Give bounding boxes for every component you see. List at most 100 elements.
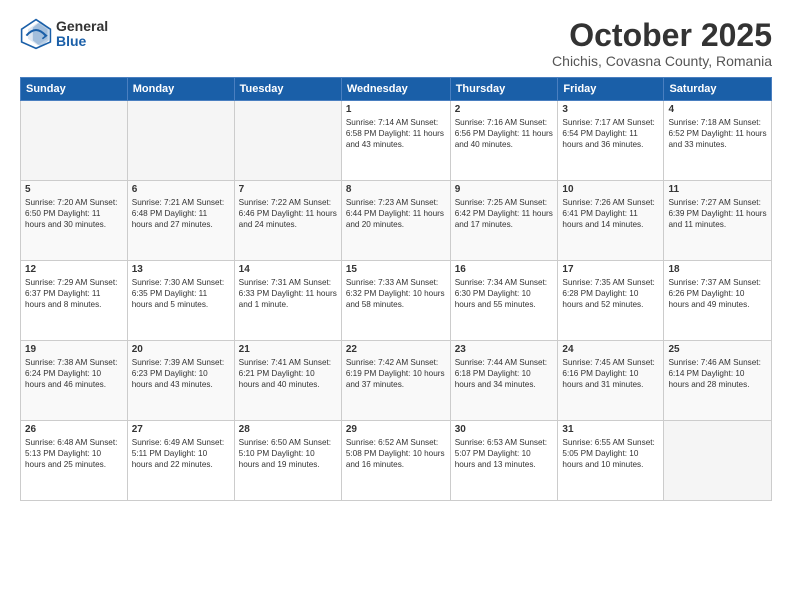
title-block: October 2025 Chichis, Covasna County, Ro… <box>552 18 772 69</box>
cell-content: Sunrise: 7:39 AM Sunset: 6:23 PM Dayligh… <box>132 357 230 390</box>
logo-general: General <box>56 19 108 34</box>
cell-content: Sunrise: 7:27 AM Sunset: 6:39 PM Dayligh… <box>668 197 767 230</box>
calendar-cell: 15 Sunrise: 7:33 AM Sunset: 6:32 PM Dayli… <box>341 261 450 341</box>
week-row-2: 12Sunrise: 7:29 AM Sunset: 6:37 PM Dayli… <box>21 261 772 341</box>
cell-content: Sunrise: 7:18 AM Sunset: 6:52 PM Dayligh… <box>668 117 767 150</box>
day-number: 1 <box>346 104 446 115</box>
calendar-cell: 24 Sunrise: 7:45 AM Sunset: 6:16 PM Dayli… <box>558 341 664 421</box>
cell-content: Sunrise: 7:22 AM Sunset: 6:46 PM Dayligh… <box>239 197 337 230</box>
day-number: 28 <box>239 424 337 435</box>
day-number: 24 <box>562 344 659 355</box>
week-row-3: 19Sunrise: 7:38 AM Sunset: 6:24 PM Dayli… <box>21 341 772 421</box>
cell-content: Sunrise: 6:52 AM Sunset: 5:08 PM Dayligh… <box>346 437 446 470</box>
cell-content: Sunrise: 6:53 AM Sunset: 5:07 PM Dayligh… <box>455 437 554 470</box>
location: Chichis, Covasna County, Romania <box>552 53 772 69</box>
day-number: 15 <box>346 264 446 275</box>
cell-content: Sunrise: 7:16 AM Sunset: 6:56 PM Dayligh… <box>455 117 554 150</box>
calendar: SundayMondayTuesdayWednesdayThursdayFrid… <box>20 77 772 501</box>
day-number: 18 <box>668 264 767 275</box>
logo-text: General Blue <box>56 19 108 50</box>
cell-content: Sunrise: 7:33 AM Sunset: 6:32 PM Dayligh… <box>346 277 446 310</box>
calendar-cell: 21 Sunrise: 7:41 AM Sunset: 6:21 PM Dayli… <box>234 341 341 421</box>
day-number: 20 <box>132 344 230 355</box>
cell-content: Sunrise: 7:14 AM Sunset: 6:58 PM Dayligh… <box>346 117 446 150</box>
header: General Blue October 2025 Chichis, Covas… <box>20 18 772 69</box>
logo-icon <box>20 18 52 50</box>
calendar-cell <box>234 101 341 181</box>
day-number: 31 <box>562 424 659 435</box>
weekday-thursday: Thursday <box>450 78 558 101</box>
day-number: 7 <box>239 184 337 195</box>
weekday-tuesday: Tuesday <box>234 78 341 101</box>
day-number: 21 <box>239 344 337 355</box>
day-number: 23 <box>455 344 554 355</box>
logo: General Blue <box>20 18 108 50</box>
cell-content: Sunrise: 7:26 AM Sunset: 6:41 PM Dayligh… <box>562 197 659 230</box>
calendar-cell: 18Sunrise: 7:37 AM Sunset: 6:26 PM Dayli… <box>664 261 772 341</box>
cell-content: Sunrise: 6:48 AM Sunset: 5:13 PM Dayligh… <box>25 437 123 470</box>
calendar-cell: 20 Sunrise: 7:39 AM Sunset: 6:23 PM Dayli… <box>127 341 234 421</box>
calendar-cell: 14Sunrise: 7:31 AM Sunset: 6:33 PM Dayli… <box>234 261 341 341</box>
calendar-cell: 19Sunrise: 7:38 AM Sunset: 6:24 PM Dayli… <box>21 341 128 421</box>
cell-content: Sunrise: 7:45 AM Sunset: 6:16 PM Dayligh… <box>562 357 659 390</box>
cell-content: Sunrise: 7:31 AM Sunset: 6:33 PM Dayligh… <box>239 277 337 310</box>
page: General Blue October 2025 Chichis, Covas… <box>0 0 792 612</box>
day-number: 4 <box>668 104 767 115</box>
cell-content: Sunrise: 7:41 AM Sunset: 6:21 PM Dayligh… <box>239 357 337 390</box>
calendar-cell: 11 Sunrise: 7:27 AM Sunset: 6:39 PM Dayli… <box>664 181 772 261</box>
week-row-1: 5Sunrise: 7:20 AM Sunset: 6:50 PM Daylig… <box>21 181 772 261</box>
calendar-cell: 5Sunrise: 7:20 AM Sunset: 6:50 PM Daylig… <box>21 181 128 261</box>
calendar-cell: 3 Sunrise: 7:17 AM Sunset: 6:54 PM Daylig… <box>558 101 664 181</box>
calendar-cell: 28 Sunrise: 6:50 AM Sunset: 5:10 PM Dayli… <box>234 421 341 501</box>
calendar-cell: 27Sunrise: 6:49 AM Sunset: 5:11 PM Dayli… <box>127 421 234 501</box>
month-title: October 2025 <box>552 18 772 53</box>
week-row-4: 26Sunrise: 6:48 AM Sunset: 5:13 PM Dayli… <box>21 421 772 501</box>
weekday-friday: Friday <box>558 78 664 101</box>
day-number: 25 <box>668 344 767 355</box>
calendar-cell: 13 Sunrise: 7:30 AM Sunset: 6:35 PM Dayli… <box>127 261 234 341</box>
calendar-cell: 8 Sunrise: 7:23 AM Sunset: 6:44 PM Daylig… <box>341 181 450 261</box>
day-number: 9 <box>455 184 554 195</box>
calendar-cell <box>127 101 234 181</box>
day-number: 11 <box>668 184 767 195</box>
day-number: 16 <box>455 264 554 275</box>
day-number: 13 <box>132 264 230 275</box>
logo-blue: Blue <box>56 34 108 49</box>
day-number: 22 <box>346 344 446 355</box>
day-number: 8 <box>346 184 446 195</box>
calendar-cell <box>664 421 772 501</box>
calendar-cell: 6Sunrise: 7:21 AM Sunset: 6:48 PM Daylig… <box>127 181 234 261</box>
cell-content: Sunrise: 7:42 AM Sunset: 6:19 PM Dayligh… <box>346 357 446 390</box>
day-number: 5 <box>25 184 123 195</box>
day-number: 12 <box>25 264 123 275</box>
weekday-sunday: Sunday <box>21 78 128 101</box>
cell-content: Sunrise: 7:34 AM Sunset: 6:30 PM Dayligh… <box>455 277 554 310</box>
day-number: 29 <box>346 424 446 435</box>
day-number: 2 <box>455 104 554 115</box>
calendar-cell: 7 Sunrise: 7:22 AM Sunset: 6:46 PM Daylig… <box>234 181 341 261</box>
calendar-cell: 29 Sunrise: 6:52 AM Sunset: 5:08 PM Dayli… <box>341 421 450 501</box>
calendar-cell: 10Sunrise: 7:26 AM Sunset: 6:41 PM Dayli… <box>558 181 664 261</box>
weekday-header-row: SundayMondayTuesdayWednesdayThursdayFrid… <box>21 78 772 101</box>
calendar-cell: 9 Sunrise: 7:25 AM Sunset: 6:42 PM Daylig… <box>450 181 558 261</box>
cell-content: Sunrise: 7:25 AM Sunset: 6:42 PM Dayligh… <box>455 197 554 230</box>
cell-content: Sunrise: 6:55 AM Sunset: 5:05 PM Dayligh… <box>562 437 659 470</box>
day-number: 17 <box>562 264 659 275</box>
calendar-cell: 26Sunrise: 6:48 AM Sunset: 5:13 PM Dayli… <box>21 421 128 501</box>
calendar-cell: 16 Sunrise: 7:34 AM Sunset: 6:30 PM Dayli… <box>450 261 558 341</box>
cell-content: Sunrise: 7:17 AM Sunset: 6:54 PM Dayligh… <box>562 117 659 150</box>
calendar-cell: 17Sunrise: 7:35 AM Sunset: 6:28 PM Dayli… <box>558 261 664 341</box>
cell-content: Sunrise: 6:50 AM Sunset: 5:10 PM Dayligh… <box>239 437 337 470</box>
calendar-cell: 2 Sunrise: 7:16 AM Sunset: 6:56 PM Daylig… <box>450 101 558 181</box>
cell-content: Sunrise: 7:23 AM Sunset: 6:44 PM Dayligh… <box>346 197 446 230</box>
calendar-cell: 31 Sunrise: 6:55 AM Sunset: 5:05 PM Dayli… <box>558 421 664 501</box>
cell-content: Sunrise: 7:44 AM Sunset: 6:18 PM Dayligh… <box>455 357 554 390</box>
calendar-cell: 25Sunrise: 7:46 AM Sunset: 6:14 PM Dayli… <box>664 341 772 421</box>
day-number: 27 <box>132 424 230 435</box>
weekday-wednesday: Wednesday <box>341 78 450 101</box>
weekday-saturday: Saturday <box>664 78 772 101</box>
cell-content: Sunrise: 7:21 AM Sunset: 6:48 PM Dayligh… <box>132 197 230 230</box>
calendar-cell: 22 Sunrise: 7:42 AM Sunset: 6:19 PM Dayli… <box>341 341 450 421</box>
cell-content: Sunrise: 7:30 AM Sunset: 6:35 PM Dayligh… <box>132 277 230 310</box>
day-number: 3 <box>562 104 659 115</box>
